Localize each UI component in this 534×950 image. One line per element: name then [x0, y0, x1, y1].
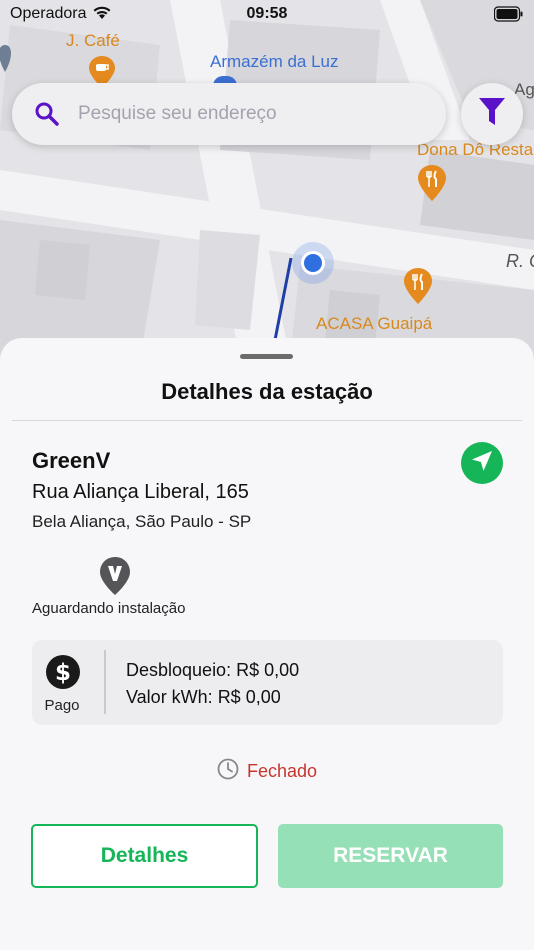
station-details-sheet: Detalhes da estação GreenV Rua Aliança L…: [0, 338, 534, 950]
open-status: Fechado: [0, 758, 534, 785]
details-button[interactable]: Detalhes: [31, 824, 258, 888]
clock-icon: [217, 758, 239, 785]
install-status-label: Aguardando instalação: [32, 600, 186, 617]
drag-handle[interactable]: [240, 354, 293, 359]
svg-text:$: $: [55, 660, 71, 686]
navigate-button[interactable]: [461, 442, 503, 484]
filter-icon: [478, 97, 506, 132]
unlock-price: Desbloqueio: R$ 0,00: [126, 660, 300, 680]
kwh-price: Valor kWh: R$ 0,00: [126, 687, 281, 707]
reserve-button[interactable]: RESERVAR: [278, 824, 503, 888]
navigation-arrow-icon: [470, 449, 494, 478]
map-label-cafe[interactable]: J. Café: [66, 31, 120, 51]
payment-type-label: Pago: [44, 697, 80, 714]
station-name: GreenV: [32, 448, 111, 473]
battery-icon: [493, 6, 524, 27]
status-bar: Operadora 09:58: [0, 0, 534, 30]
dollar-icon: $: [45, 654, 81, 695]
sheet-title: Detalhes da estação: [161, 379, 373, 404]
search-icon: [34, 101, 60, 127]
sheet-divider: [12, 420, 522, 421]
map-label-dona[interactable]: Dona Dô Resta: [417, 140, 533, 160]
price-divider: [104, 650, 106, 714]
clock-label: 09:58: [246, 5, 288, 22]
map-label-street: R. C: [506, 251, 534, 271]
search-input[interactable]: [78, 103, 398, 125]
map-label-acasa[interactable]: ACASA Guaipá: [316, 314, 432, 334]
station-address: Rua Aliança Liberal, 165: [32, 481, 249, 503]
price-card: $ Pago Desbloqueio: R$ 0,00 Valor kWh: R…: [32, 640, 503, 725]
station-city: Bela Aliança, São Paulo - SP: [32, 512, 252, 531]
map-view[interactable]: J. Café Armazém da Luz Dona Dô Resta ACA…: [0, 0, 534, 360]
map-label-armazem[interactable]: Armazém da Luz: [210, 52, 339, 72]
search-bar[interactable]: [12, 83, 446, 145]
open-status-label: Fechado: [246, 761, 318, 781]
filter-button[interactable]: [461, 83, 523, 145]
brand-pin-icon: [99, 556, 131, 601]
